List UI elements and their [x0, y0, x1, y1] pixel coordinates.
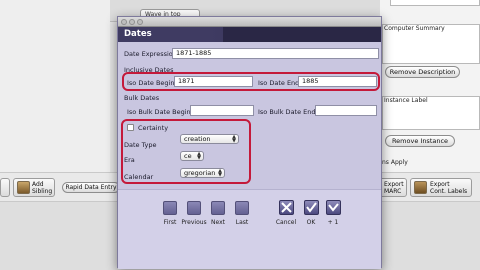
close-window-icon[interactable] — [121, 19, 127, 25]
export-marc-button[interactable]: Export MARC — [379, 178, 407, 197]
apply-text: ns Apply — [382, 159, 408, 166]
add-sibling-button[interactable]: Add Sibling — [13, 178, 55, 197]
export-labels-icon — [414, 181, 427, 194]
iso-bulk-date-end-label: Iso Bulk Date End — [258, 108, 316, 116]
zoom-window-icon[interactable] — [137, 19, 143, 25]
export-cont-labels-button[interactable]: Export Cont. Labels — [410, 178, 472, 197]
dialog-header-accent — [223, 27, 381, 42]
instance-label-header: Instance Label — [384, 97, 428, 104]
plus-one-icon — [328, 203, 339, 212]
export-marc-label: Export MARC — [384, 181, 404, 195]
iso-bulk-date-end-field[interactable] — [315, 105, 377, 116]
cancel-button[interactable] — [279, 200, 294, 215]
last-label: Last — [235, 219, 249, 226]
component-summary-label: Computer Summary — [384, 25, 445, 32]
remove-instance-button[interactable]: Remove Instance — [385, 135, 455, 147]
last-record-icon[interactable] — [235, 201, 249, 215]
toolbar-button-partial[interactable] — [0, 178, 10, 197]
ok-button[interactable] — [304, 200, 319, 215]
bulk-dates-heading: Bulk Dates — [124, 94, 160, 102]
previous-record-icon[interactable] — [187, 201, 201, 215]
ok-plus-one-button[interactable] — [326, 200, 341, 215]
date-expression-label: Date Expression — [124, 50, 177, 58]
cancel-x-icon — [281, 202, 292, 213]
certainty-group-highlight — [121, 119, 251, 184]
date-expression-field[interactable]: 1871-1885 — [172, 48, 379, 59]
add-sibling-label: Add Sibling — [32, 181, 53, 195]
first-record-icon[interactable] — [163, 201, 177, 215]
rapid-data-entry-button[interactable]: Rapid Data Entry — [62, 182, 120, 193]
minimize-window-icon[interactable] — [129, 19, 135, 25]
export-cont-labels-label: Export Cont. Labels — [430, 181, 468, 195]
remove-description-button[interactable]: Remove Description — [385, 66, 460, 78]
dialog-title: Dates — [124, 29, 152, 39]
next-record-icon[interactable] — [211, 201, 225, 215]
ok-check-icon — [306, 202, 317, 213]
iso-bulk-date-begin-label: Iso Bulk Date Begin — [127, 108, 191, 116]
iso-bulk-date-begin-field[interactable] — [190, 105, 254, 116]
background-top-field[interactable] — [390, 0, 480, 6]
dialog-titlebar — [118, 17, 381, 27]
add-sibling-icon — [17, 181, 30, 194]
dates-dialog: Dates Date Expression 1871-1885 Inclusiv… — [117, 16, 382, 269]
inclusive-dates-highlight — [122, 72, 380, 91]
dialog-nav-area: First Previous Next Last Cancel OK + 1 — [118, 189, 381, 269]
plus-one-label: + 1 — [327, 219, 339, 226]
